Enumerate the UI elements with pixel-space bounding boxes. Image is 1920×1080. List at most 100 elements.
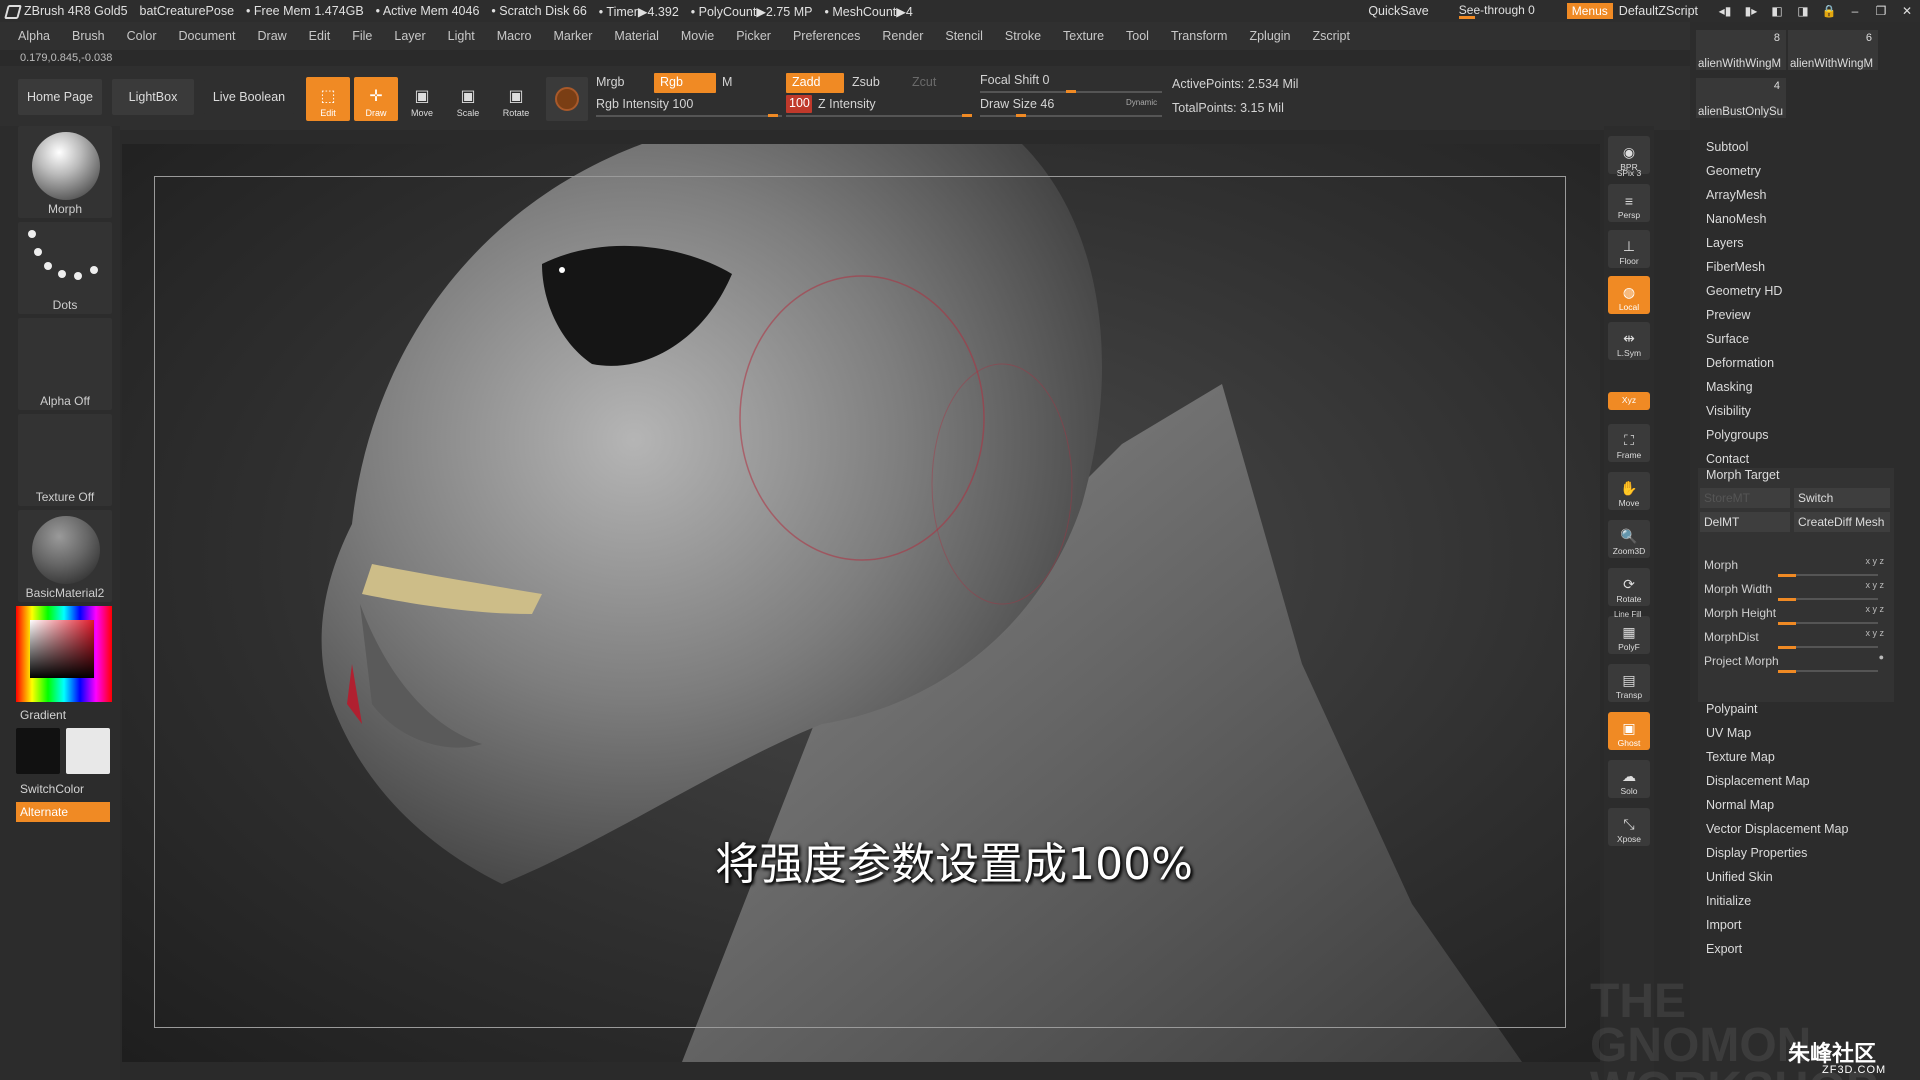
rgb-intensity-track[interactable] <box>596 115 782 117</box>
menu-alpha[interactable]: Alpha <box>8 29 62 43</box>
menu-file[interactable]: File <box>342 29 384 43</box>
live-boolean-button[interactable]: Live Boolean <box>204 79 294 115</box>
palette-masking[interactable]: Masking <box>1706 380 1753 394</box>
palette-subtool[interactable]: Subtool <box>1706 140 1748 154</box>
storemt-button[interactable]: StoreMT <box>1700 488 1790 508</box>
palette-nanomesh[interactable]: NanoMesh <box>1706 212 1766 226</box>
layout-left-icon[interactable]: ◂▮ <box>1712 4 1738 18</box>
zcut-button[interactable]: Zcut <box>912 75 936 89</box>
zsub-button[interactable]: Zsub <box>852 75 880 89</box>
menu-movie[interactable]: Movie <box>671 29 726 43</box>
default-zscript-button[interactable]: DefaultZScript <box>1619 4 1698 18</box>
rgb-button[interactable]: Rgb <box>654 73 716 93</box>
draw-size-track[interactable] <box>980 115 1162 117</box>
palette-fibermesh[interactable]: FiberMesh <box>1706 260 1765 274</box>
edit-button[interactable]: ⬚ Edit <box>306 77 350 121</box>
document-canvas[interactable] <box>122 144 1600 1062</box>
frame-button[interactable]: ⛶ Frame <box>1608 424 1650 462</box>
z-intensity-label[interactable]: Z Intensity <box>818 97 876 111</box>
menu-draw[interactable]: Draw <box>248 29 299 43</box>
morph-height-slider[interactable]: Morph Height <box>1704 606 1776 620</box>
transp-button[interactable]: ▤ Transp <box>1608 664 1650 702</box>
mrgb-button[interactable]: Mrgb <box>596 75 624 89</box>
palette-display-properties[interactable]: Display Properties <box>1706 846 1807 860</box>
lightbox-button[interactable]: LightBox <box>112 79 194 115</box>
morph-slider[interactable]: Morph <box>1704 558 1738 572</box>
polyf-button[interactable]: ▦ PolyF <box>1608 616 1650 654</box>
rgb-intensity-handle[interactable] <box>768 114 778 117</box>
morph-dist-slider[interactable]: MorphDist <box>1704 630 1759 644</box>
palette-surface[interactable]: Surface <box>1706 332 1749 346</box>
menu-color[interactable]: Color <box>117 29 169 43</box>
z-intensity-track[interactable] <box>786 115 972 117</box>
subtool-thumb-1[interactable]: 8 alienWithWingM <box>1696 30 1786 70</box>
palette-geometry[interactable]: Geometry <box>1706 164 1761 178</box>
ghost-button[interactable]: ▣ Ghost <box>1608 712 1650 750</box>
menu-stroke[interactable]: Stroke <box>995 29 1053 43</box>
close-icon[interactable]: ✕ <box>1894 4 1920 18</box>
layout-right-icon[interactable]: ▮▸ <box>1738 4 1764 18</box>
quicksave-button[interactable]: QuickSave <box>1368 4 1428 18</box>
palette-normal-map[interactable]: Normal Map <box>1706 798 1774 812</box>
palette-export[interactable]: Export <box>1706 942 1742 956</box>
local-button[interactable]: ◍ Local <box>1608 276 1650 314</box>
palette-import[interactable]: Import <box>1706 918 1741 932</box>
draw-button[interactable]: ✛ Draw <box>354 77 398 121</box>
palette-uv-map[interactable]: UV Map <box>1706 726 1751 740</box>
palette-texture-map[interactable]: Texture Map <box>1706 750 1775 764</box>
menu-material[interactable]: Material <box>604 29 670 43</box>
menu-brush[interactable]: Brush <box>62 29 117 43</box>
lsym-button[interactable]: ⇹ L.Sym <box>1608 322 1650 360</box>
menu-marker[interactable]: Marker <box>544 29 605 43</box>
menu-picker[interactable]: Picker <box>726 29 783 43</box>
draw-size-handle[interactable] <box>1016 114 1026 117</box>
palette-polypaint[interactable]: Polypaint <box>1706 702 1757 716</box>
menu-zplugin[interactable]: Zplugin <box>1239 29 1302 43</box>
restore-icon[interactable]: ❐ <box>1868 4 1894 18</box>
switch-button[interactable]: Switch <box>1794 488 1890 508</box>
menu-zscript[interactable]: Zscript <box>1302 29 1362 43</box>
next-layout-icon[interactable]: ◨ <box>1790 4 1816 18</box>
floor-button[interactable]: ⊥ Floor <box>1608 230 1650 268</box>
palette-vector-displacement-map[interactable]: Vector Displacement Map <box>1706 822 1848 836</box>
switch-color-button[interactable]: SwitchColor <box>20 782 84 796</box>
z-intensity-handle[interactable] <box>962 114 972 117</box>
rotate-view-button[interactable]: ⟳ Rotate <box>1608 568 1650 606</box>
menu-preferences[interactable]: Preferences <box>783 29 872 43</box>
palette-arraymesh[interactable]: ArrayMesh <box>1706 188 1766 202</box>
minimize-icon[interactable]: – <box>1842 4 1868 18</box>
project-morph-slider[interactable]: Project Morph <box>1704 654 1779 668</box>
spix-slider[interactable]: SPix 3 <box>1608 166 1650 182</box>
menus-toggle[interactable]: Menus <box>1566 3 1613 19</box>
alternate-button[interactable]: Alternate <box>16 802 110 822</box>
scale-button[interactable]: ▣ Scale <box>446 77 490 121</box>
dynamic-toggle[interactable]: Dynamic <box>1126 98 1157 107</box>
menu-document[interactable]: Document <box>169 29 248 43</box>
solo-button[interactable]: ☁ Solo <box>1608 760 1650 798</box>
alpha-selector[interactable]: Alpha Off <box>18 318 112 410</box>
focal-shift-handle[interactable] <box>1066 90 1076 93</box>
secondary-color-swatch[interactable] <box>66 728 110 774</box>
menu-tool[interactable]: Tool <box>1116 29 1161 43</box>
xpose-button[interactable]: ⤡ Xpose <box>1608 808 1650 846</box>
morph-xyz-icon[interactable]: x y z <box>1865 556 1884 566</box>
menu-macro[interactable]: Macro <box>487 29 544 43</box>
morph-height-xyz-icon[interactable]: x y z <box>1865 604 1884 614</box>
move-view-button[interactable]: ✋ Move <box>1608 472 1650 510</box>
m-button[interactable]: M <box>722 75 732 89</box>
color-picker[interactable] <box>16 606 112 702</box>
texture-selector[interactable]: Texture Off <box>18 414 112 506</box>
draw-size-label[interactable]: Draw Size 46 <box>980 97 1054 111</box>
subtool-thumb-2[interactable]: 6 alienWithWingM <box>1788 30 1878 70</box>
prev-layout-icon[interactable]: ◧ <box>1764 4 1790 18</box>
subtool-thumb-3[interactable]: 4 alienBustOnlySu <box>1696 78 1786 118</box>
main-color-swatch[interactable] <box>16 728 60 774</box>
palette-unified-skin[interactable]: Unified Skin <box>1706 870 1773 884</box>
morph-dist-xyz-icon[interactable]: x y z <box>1865 628 1884 638</box>
delmt-button[interactable]: DelMT <box>1700 512 1790 532</box>
lock-icon[interactable]: 🔒 <box>1816 4 1842 18</box>
material-selector[interactable]: BasicMaterial2 <box>18 510 112 602</box>
menu-edit[interactable]: Edit <box>299 29 343 43</box>
gradient-label[interactable]: Gradient <box>20 708 66 722</box>
menu-transform[interactable]: Transform <box>1161 29 1240 43</box>
